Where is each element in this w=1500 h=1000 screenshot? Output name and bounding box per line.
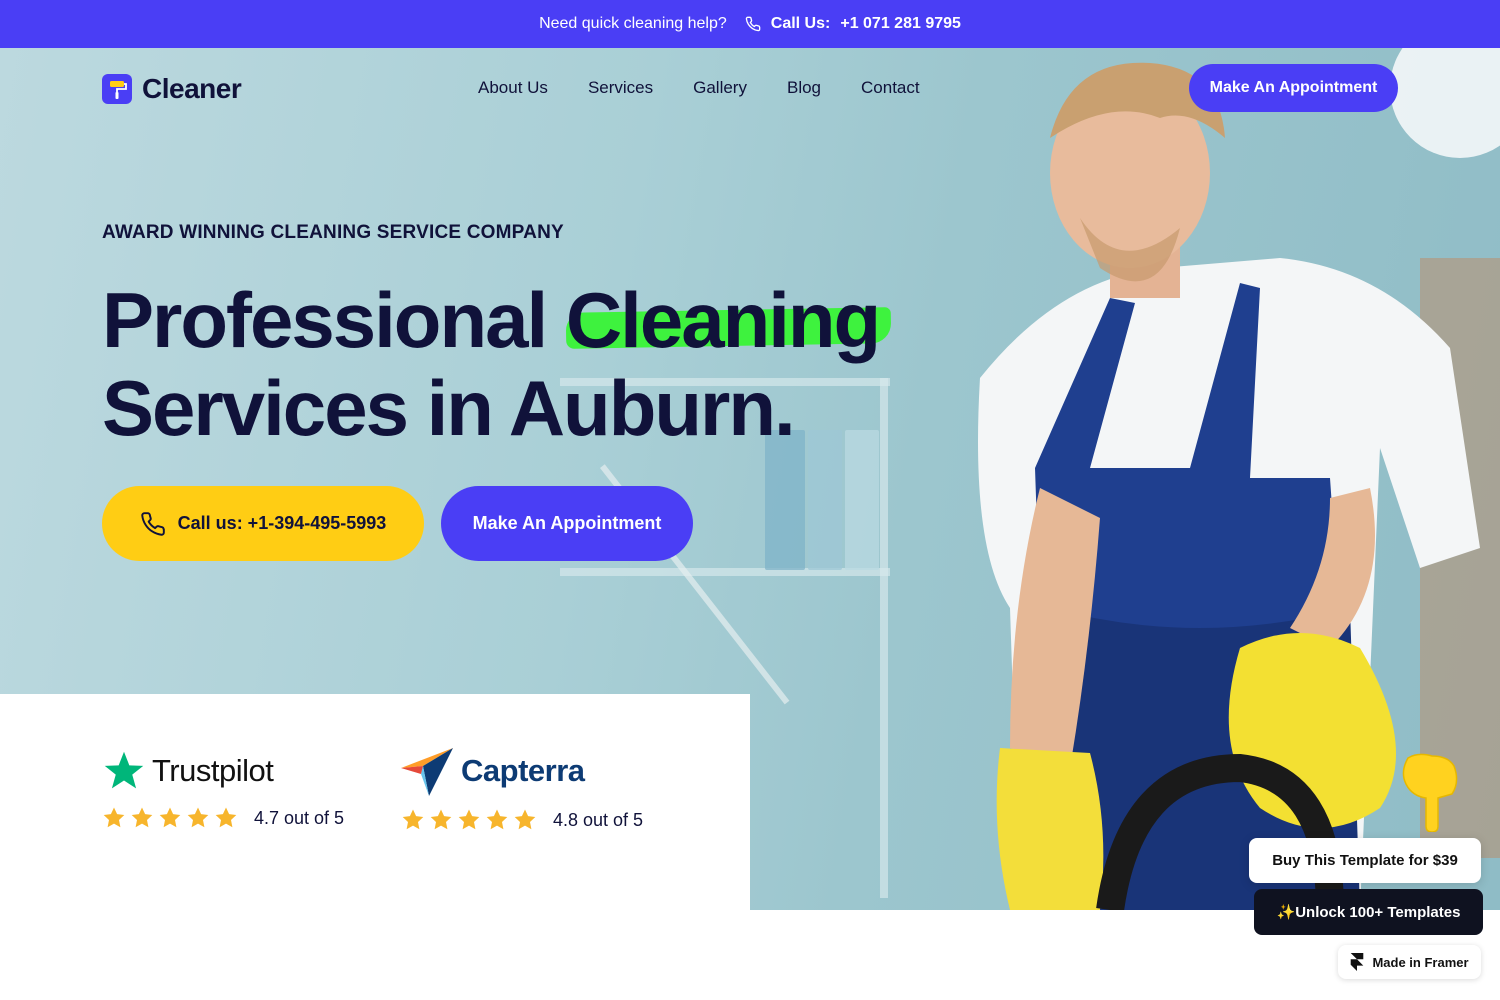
- capterra-score: 4.8 out of 5: [553, 809, 644, 830]
- call-label: Call Us:: [770, 15, 831, 32]
- star-icon: [430, 809, 452, 830]
- header-appointment-button[interactable]: Make An Appointment: [1189, 64, 1398, 112]
- paint-roller-icon: [102, 74, 132, 104]
- capterra-arrow-icon: [401, 748, 453, 796]
- phone-icon: [745, 16, 761, 32]
- nav-about-us[interactable]: About Us: [478, 78, 548, 98]
- trustpilot-score: 4.7 out of 5: [254, 807, 345, 828]
- star-icon: [131, 807, 153, 828]
- hero-kicker: AWARD WINNING CLEANING SERVICE COMPANY: [102, 222, 564, 243]
- call-number: +1 071 281 9795: [840, 15, 961, 32]
- trustpilot-star-icon: [104, 751, 144, 789]
- capterra-logo: Capterra: [401, 746, 643, 796]
- main-nav: About Us Services Gallery Blog Contact: [478, 78, 920, 98]
- made-in-framer-label: Made in Framer: [1372, 954, 1469, 970]
- trustpilot-name: Trustpilot: [152, 753, 274, 788]
- call-us-link[interactable]: Call Us: +1 071 281 9795: [745, 15, 961, 33]
- star-icon: [103, 807, 125, 828]
- unlock-templates-button[interactable]: ✨Unlock 100+ Templates: [1254, 889, 1483, 935]
- star-icon: [187, 807, 209, 828]
- trustpilot-stars: 4.7 out of 5: [102, 806, 344, 830]
- capterra-stars: 4.8 out of 5: [401, 808, 643, 832]
- logo[interactable]: Cleaner: [102, 73, 242, 105]
- capterra-name: Capterra: [461, 753, 585, 788]
- nav-blog[interactable]: Blog: [787, 78, 821, 98]
- star-icon: [159, 807, 181, 828]
- call-us-button-label: Call us: +1-394-495-5993: [177, 513, 387, 533]
- help-text: Need quick cleaning help?: [539, 15, 727, 32]
- capterra-rating: Capterra 4.8 out of 5: [401, 746, 643, 832]
- trustpilot-rating: Trustpilot 4.7 out of 5: [102, 746, 344, 830]
- star-icon: [514, 809, 536, 830]
- nav-contact[interactable]: Contact: [861, 78, 920, 98]
- headline-line2: Services in Auburn.: [102, 364, 796, 452]
- star-icon: [215, 807, 237, 828]
- star-icon: [486, 809, 508, 830]
- headline-highlight-text: Cleaning: [565, 276, 881, 364]
- framer-logo-icon: [1351, 953, 1364, 971]
- phone-icon: [140, 511, 165, 536]
- headline-part1: Professional: [102, 276, 548, 364]
- trustpilot-logo: Trustpilot: [102, 746, 344, 796]
- nav-gallery[interactable]: Gallery: [693, 78, 747, 98]
- call-us-button[interactable]: Call us: +1-394-495-5993: [102, 486, 424, 561]
- hero-headline: Professional Cleaning Services in Auburn…: [102, 276, 892, 452]
- star-icon: [458, 809, 480, 830]
- ratings-panel: Trustpilot 4.7 out of 5 Capterra 4.8 out…: [0, 694, 750, 1000]
- hero-appointment-button[interactable]: Make An Appointment: [441, 486, 693, 561]
- star-icon: [402, 809, 424, 830]
- pointing-hand-icon: [1402, 753, 1458, 832]
- headline-highlight: Cleaning: [565, 276, 892, 364]
- buy-template-button[interactable]: Buy This Template for $39: [1249, 838, 1481, 883]
- logo-text: Cleaner: [142, 73, 242, 104]
- made-in-framer-badge[interactable]: Made in Framer: [1338, 945, 1481, 979]
- top-announcement-bar: Need quick cleaning help? Call Us: +1 07…: [0, 0, 1500, 48]
- nav-services[interactable]: Services: [588, 78, 653, 98]
